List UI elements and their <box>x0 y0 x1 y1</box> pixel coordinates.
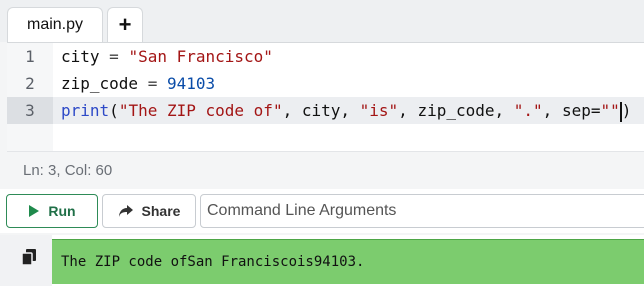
code-token: , zip_code, <box>398 101 514 120</box>
tab-bar: main.py + <box>0 0 644 42</box>
code-token: "The ZIP code of" <box>118 101 283 120</box>
code-token: "." <box>513 101 543 120</box>
share-icon <box>118 205 133 217</box>
command-line-arguments-input[interactable] <box>200 194 644 228</box>
line-number: 1 <box>25 47 35 66</box>
code-line[interactable]: 3 print("The ZIP code of", city, "is", zi… <box>7 97 644 124</box>
line-number: 3 <box>7 97 53 124</box>
cursor-position: Ln: 3, Col: 60 <box>23 162 113 179</box>
play-icon <box>29 205 40 217</box>
console-gutter <box>0 235 52 286</box>
code-text: city = "San Francisco" <box>61 43 273 70</box>
code-token: "San Francisco" <box>128 47 273 66</box>
run-button[interactable]: Run <box>6 194 98 228</box>
code-token: ( <box>109 101 119 120</box>
console-panel: The ZIP code ofSan Franciscois94103. <box>0 235 644 286</box>
share-button[interactable]: Share <box>102 194 196 228</box>
console-output: The ZIP code ofSan Franciscois94103. <box>52 239 644 284</box>
code-token: , sep= <box>542 101 601 120</box>
code-text: print("The ZIP code of", city, "is", zip… <box>61 97 631 124</box>
line-number: 2 <box>25 74 35 93</box>
run-toolbar: Run Share <box>0 189 644 233</box>
code-token: ) <box>621 101 632 120</box>
code-text: zip_code = 94103 <box>61 70 215 97</box>
code-line[interactable]: 1 city = "San Francisco" <box>7 43 644 70</box>
code-token: = <box>99 47 129 66</box>
code-token: "is" <box>359 101 399 120</box>
code-token: "" <box>600 101 620 120</box>
code-token: , city, <box>282 101 360 120</box>
code-line[interactable]: 2 zip_code = 94103 <box>7 70 644 97</box>
status-bar: Ln: 3, Col: 60 <box>7 151 644 190</box>
plus-icon: + <box>118 12 132 37</box>
code-editor[interactable]: 1 city = "San Francisco" 2 zip_code = 94103… <box>7 42 644 152</box>
code-token: city <box>61 47 100 66</box>
code-token: = <box>138 74 167 93</box>
add-tab-button[interactable]: + <box>107 7 143 42</box>
share-label: Share <box>141 203 181 219</box>
run-label: Run <box>48 203 76 219</box>
code-token: zip_code <box>61 74 139 93</box>
tab-label: main.py <box>26 16 84 33</box>
tab-main-py[interactable]: main.py <box>7 7 103 42</box>
code-token: print <box>61 101 110 120</box>
code-token: 94103 <box>166 74 216 93</box>
copy-icon[interactable] <box>22 249 36 265</box>
